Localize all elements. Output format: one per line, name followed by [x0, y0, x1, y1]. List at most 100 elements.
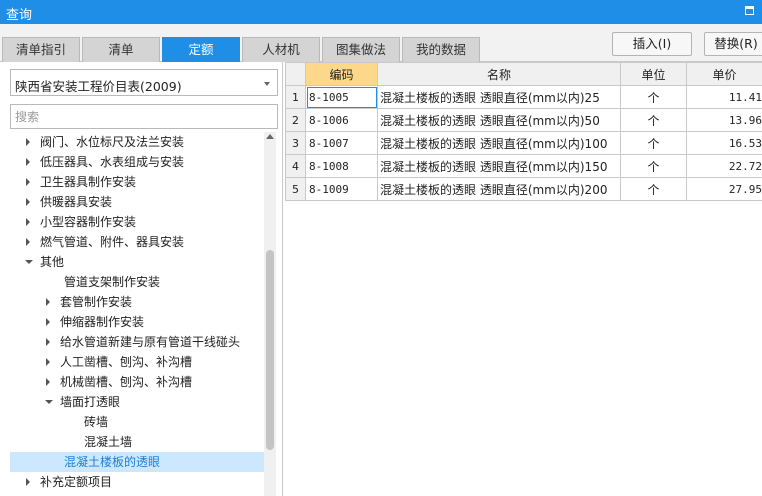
unit-column-header[interactable]: 单位	[620, 62, 687, 86]
expand-triangle-icon[interactable]	[44, 372, 54, 392]
tree-item-label: 小型容器制作安装	[40, 215, 137, 229]
price-column-header[interactable]: 单价	[686, 62, 762, 86]
expand-triangle-icon[interactable]	[44, 332, 54, 352]
quota-table: 编码 名称 单位 单价 1 8-1005 混凝土楼板的透眼 透眼直径(mm以内)25…	[285, 62, 762, 201]
tree-item[interactable]: 给水管道新建与原有管道干线碰头	[10, 332, 264, 352]
table-row[interactable]: 3 8-1007 混凝土楼板的透眼 透眼直径(mm以内)100 个 16.53	[285, 131, 762, 155]
tab-my-data[interactable]: 我的数据	[402, 37, 480, 62]
tree-item-label: 给水管道新建与原有管道干线碰头	[60, 335, 241, 349]
table-row[interactable]: 1 8-1005 混凝土楼板的透眼 透眼直径(mm以内)25 个 11.41	[285, 85, 762, 109]
tree-scrollbar[interactable]	[264, 132, 276, 496]
code-cell[interactable]: 8-1006	[305, 108, 378, 132]
category-tree: 阀门、水位标尺及法兰安装低压器具、水表组成与安装卫生器具制作安装 供暖器具安装小型…	[10, 132, 264, 496]
expand-triangle-icon[interactable]	[24, 132, 34, 152]
expand-triangle-icon[interactable]	[44, 292, 54, 312]
tree-item[interactable]: 管道支架制作安装	[10, 272, 264, 292]
expand-triangle-icon[interactable]	[24, 472, 34, 492]
code-cell[interactable]: 8-1008	[305, 154, 378, 178]
tree-item[interactable]: 套管制作安装	[10, 292, 264, 312]
name-cell[interactable]: 混凝土楼板的透眼 透眼直径(mm以内)50	[377, 108, 621, 132]
code-cell[interactable]: 8-1007	[305, 131, 378, 155]
collapse-triangle-icon[interactable]	[44, 392, 54, 412]
tree-item-label: 混凝土墙	[84, 435, 133, 449]
tree-item[interactable]: 其他	[10, 252, 264, 272]
tree-item[interactable]: 小型容器制作安装	[10, 212, 264, 232]
tree-item-label: 燃气管道、附件、器具安装	[40, 235, 185, 249]
collapse-triangle-icon[interactable]	[24, 252, 34, 272]
scrollbar-thumb[interactable]	[266, 250, 274, 450]
tab-list[interactable]: 清单	[82, 37, 160, 62]
tab-quota[interactable]: 定额	[162, 37, 240, 62]
tree-item[interactable]: 燃气管道、附件、器具安装	[10, 232, 264, 252]
unit-cell[interactable]: 个	[620, 131, 687, 155]
library-select[interactable]: 陕西省安装工程价目表(2009)	[10, 69, 278, 96]
code-cell[interactable]: 8-1009	[305, 177, 378, 201]
tree-item[interactable]: 低压器具、水表组成与安装	[10, 152, 264, 172]
unit-cell[interactable]: 个	[620, 154, 687, 178]
tree-item-label: 伸缩器制作安装	[60, 315, 145, 329]
maximize-icon[interactable]	[745, 6, 754, 15]
title-bar: 查询	[0, 0, 762, 24]
table-row[interactable]: 5 8-1009 混凝土楼板的透眼 透眼直径(mm以内)200 个 27.95	[285, 177, 762, 201]
tree-item-label: 卫生器具制作安装	[40, 175, 137, 189]
unit-cell[interactable]: 个	[620, 85, 687, 109]
tree-item-label: 砖墙	[84, 415, 109, 429]
search-input[interactable]	[10, 104, 278, 129]
tree-item[interactable]: 供暖器具安装	[10, 192, 264, 212]
name-cell[interactable]: 混凝土楼板的透眼 透眼直径(mm以内)100	[377, 131, 621, 155]
tree-item-label: 管道支架制作安装	[64, 275, 161, 289]
tree-item[interactable]: 伸缩器制作安装	[10, 312, 264, 332]
row-index-header	[285, 62, 306, 86]
tree-item-label: 供暖器具安装	[40, 195, 113, 209]
table-header-row: 编码 名称 单位 单价	[285, 62, 762, 86]
price-cell[interactable]: 11.41	[686, 85, 762, 109]
table-row[interactable]: 4 8-1008 混凝土楼板的透眼 透眼直径(mm以内)150 个 22.72	[285, 154, 762, 178]
code-column-header[interactable]: 编码	[305, 62, 378, 86]
price-cell[interactable]: 27.95	[686, 177, 762, 201]
name-column-header[interactable]: 名称	[377, 62, 621, 86]
price-cell[interactable]: 16.53	[686, 131, 762, 155]
expand-triangle-icon[interactable]	[44, 352, 54, 372]
row-index[interactable]: 3	[285, 131, 306, 155]
chevron-down-icon	[264, 82, 270, 86]
insert-button[interactable]: 插入(I)	[612, 32, 692, 56]
name-cell[interactable]: 混凝土楼板的透眼 透眼直径(mm以内)25	[377, 85, 621, 109]
tree-item-label: 阀门、水位标尺及法兰安装	[40, 135, 185, 149]
expand-triangle-icon[interactable]	[24, 152, 34, 172]
unit-cell[interactable]: 个	[620, 108, 687, 132]
row-index[interactable]: 4	[285, 154, 306, 178]
expand-triangle-icon[interactable]	[24, 172, 34, 192]
library-select-value: 陕西省安装工程价目表(2009)	[15, 79, 182, 94]
tree-item[interactable]: 砖墙	[10, 412, 264, 432]
left-pane: 陕西省安装工程价目表(2009) 阀门、水位标尺及法兰安装低压器具、水表组成与安…	[0, 62, 283, 496]
unit-cell[interactable]: 个	[620, 177, 687, 201]
expand-triangle-icon[interactable]	[24, 232, 34, 252]
row-index[interactable]: 5	[285, 177, 306, 201]
expand-triangle-icon[interactable]	[24, 212, 34, 232]
tree-item-label: 机械凿槽、刨沟、补沟槽	[60, 375, 193, 389]
scroll-up-icon[interactable]	[266, 134, 274, 139]
tab-atlas-methods[interactable]: 图集做法	[322, 37, 400, 62]
tree-item[interactable]: 混凝土墙	[10, 432, 264, 452]
tree-item[interactable]: 人工凿槽、刨沟、补沟槽	[10, 352, 264, 372]
row-index[interactable]: 1	[285, 85, 306, 109]
name-cell[interactable]: 混凝土楼板的透眼 透眼直径(mm以内)150	[377, 154, 621, 178]
code-cell[interactable]: 8-1005	[305, 85, 378, 109]
tree-item[interactable]: 机械凿槽、刨沟、补沟槽	[10, 372, 264, 392]
tree-item[interactable]: 墙面打透眼	[10, 392, 264, 412]
table-row[interactable]: 2 8-1006 混凝土楼板的透眼 透眼直径(mm以内)50 个 13.96	[285, 108, 762, 132]
window-title: 查询	[6, 8, 33, 23]
price-cell[interactable]: 22.72	[686, 154, 762, 178]
tree-item[interactable]: 阀门、水位标尺及法兰安装	[10, 132, 264, 152]
tree-item[interactable]: 卫生器具制作安装	[10, 172, 264, 192]
tree-item[interactable]: 混凝土楼板的透眼	[10, 452, 264, 472]
tab-labor-material-machine[interactable]: 人材机	[242, 37, 320, 62]
tree-item[interactable]: 补充定额项目	[10, 472, 264, 492]
replace-button[interactable]: 替换(R)	[704, 32, 762, 56]
expand-triangle-icon[interactable]	[44, 312, 54, 332]
expand-triangle-icon[interactable]	[24, 192, 34, 212]
row-index[interactable]: 2	[285, 108, 306, 132]
price-cell[interactable]: 13.96	[686, 108, 762, 132]
name-cell[interactable]: 混凝土楼板的透眼 透眼直径(mm以内)200	[377, 177, 621, 201]
tab-list-guide[interactable]: 清单指引	[2, 37, 80, 62]
